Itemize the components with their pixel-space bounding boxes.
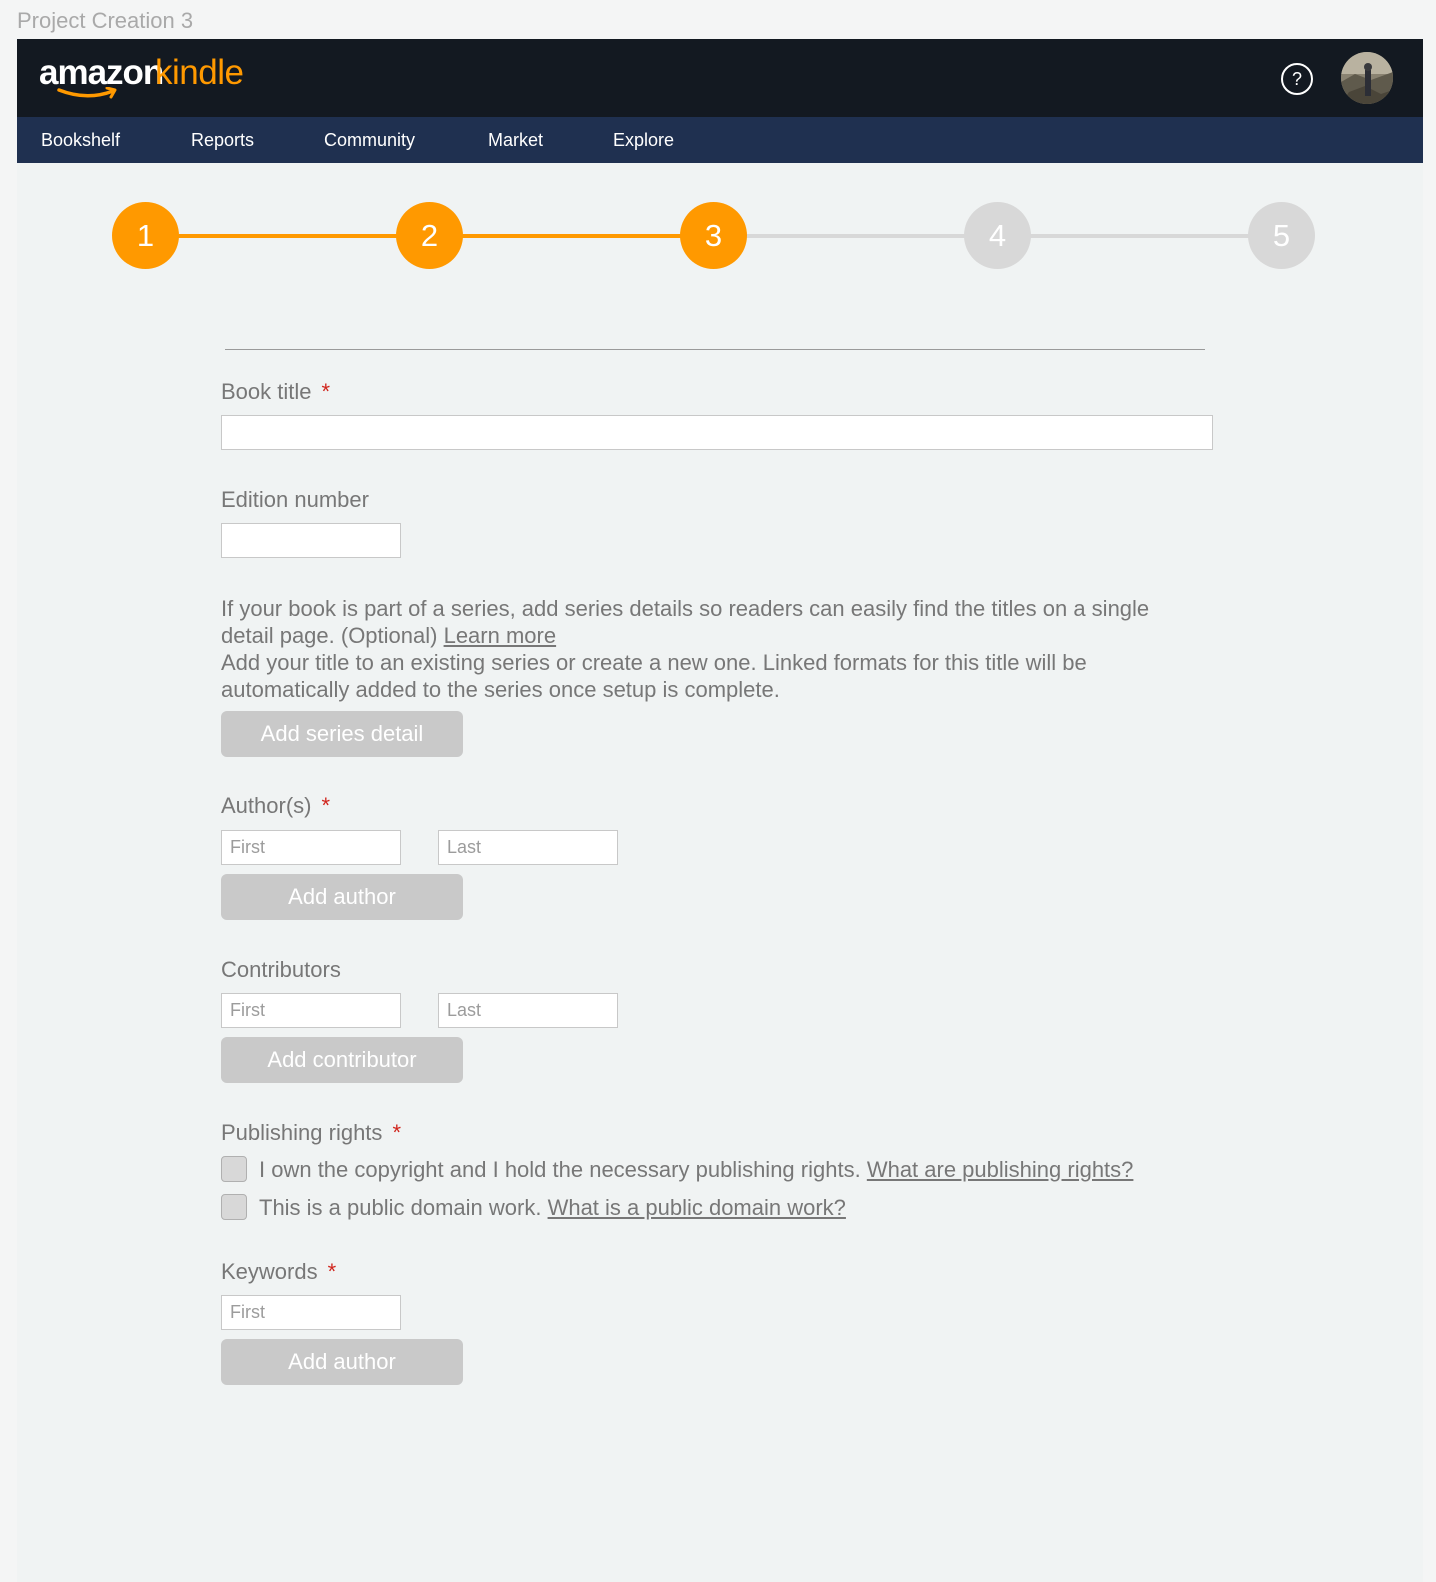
- avatar-image: [1341, 52, 1393, 104]
- publishing-rights-label-text: Publishing rights: [221, 1120, 383, 1145]
- copyright-checkbox[interactable]: [221, 1156, 247, 1183]
- add-contributor-button[interactable]: Add contributor: [221, 1037, 463, 1083]
- book-title-label-text: Book title: [221, 379, 312, 404]
- logo-word-kindle: kindle: [155, 53, 244, 92]
- smile-arrow-icon: [57, 87, 117, 99]
- keywords-label: Keywords *: [221, 1259, 336, 1285]
- step-5[interactable]: 5: [1248, 202, 1315, 269]
- contributors-label: Contributors: [221, 957, 341, 982]
- series-description: If your book is part of a series, add se…: [221, 595, 1201, 703]
- add-series-detail-button[interactable]: Add series detail: [221, 711, 463, 757]
- series-text-2: Add your title to an existing series or …: [221, 650, 1087, 702]
- nav-item-bookshelf[interactable]: Bookshelf: [41, 117, 120, 163]
- help-circle-icon[interactable]: ?: [1281, 63, 1313, 95]
- nav-item-reports[interactable]: Reports: [191, 117, 254, 163]
- frame-title: Project Creation 3: [17, 8, 194, 33]
- top-bar: amazon kindle ?: [17, 39, 1423, 117]
- main-nav: Bookshelf Reports Community Market Explo…: [17, 117, 1423, 163]
- learn-more-link[interactable]: Learn more: [444, 623, 557, 648]
- step-connector-3-4: [713, 234, 997, 238]
- nav-item-market[interactable]: Market: [488, 117, 543, 163]
- copyright-option-text: I own the copyright and I hold the neces…: [259, 1157, 867, 1182]
- required-mark: *: [321, 793, 331, 818]
- step-4[interactable]: 4: [964, 202, 1031, 269]
- keywords-label-text: Keywords: [221, 1259, 318, 1284]
- publishing-rights-help-link[interactable]: What are publishing rights?: [867, 1157, 1134, 1182]
- contributor-last-input[interactable]: Last: [438, 993, 618, 1028]
- user-avatar[interactable]: [1341, 52, 1393, 104]
- nav-item-explore[interactable]: Explore: [613, 117, 674, 163]
- series-text-1: If your book is part of a series, add se…: [221, 596, 1150, 648]
- required-mark: *: [321, 379, 331, 404]
- nav-item-community[interactable]: Community: [324, 117, 415, 163]
- edition-number-label: Edition number: [221, 487, 369, 512]
- book-title-label: Book title *: [221, 379, 330, 405]
- step-3[interactable]: 3: [680, 202, 747, 269]
- required-mark: *: [392, 1120, 401, 1145]
- author-last-input[interactable]: Last: [438, 830, 618, 865]
- public-domain-option-text: This is a public domain work.: [259, 1195, 548, 1220]
- public-domain-help-link[interactable]: What is a public domain work?: [548, 1195, 846, 1220]
- add-author-button[interactable]: Add author: [221, 874, 463, 920]
- contributor-first-input[interactable]: First: [221, 993, 401, 1028]
- book-title-input[interactable]: [221, 415, 1213, 450]
- public-domain-option: This is a public domain work. What is a …: [221, 1193, 846, 1223]
- add-keyword-button[interactable]: Add author: [221, 1339, 463, 1385]
- authors-label-text: Author(s): [221, 793, 312, 818]
- edition-number-input[interactable]: [221, 523, 401, 558]
- public-domain-checkbox[interactable]: [221, 1194, 247, 1221]
- app-frame: amazon kindle ? Bookshelf Reports Commun…: [17, 39, 1423, 1582]
- required-mark: *: [327, 1259, 337, 1284]
- step-connector-1-2: [145, 234, 429, 238]
- section-divider: [225, 349, 1205, 350]
- progress-stepper: 1 2 3 4 5: [17, 202, 1423, 272]
- authors-label: Author(s) *: [221, 793, 330, 819]
- author-first-input[interactable]: First: [221, 830, 401, 865]
- step-2[interactable]: 2: [396, 202, 463, 269]
- publishing-rights-label: Publishing rights *: [221, 1120, 401, 1146]
- keyword-input[interactable]: First: [221, 1295, 401, 1330]
- step-connector-4-5: [997, 234, 1281, 238]
- step-1[interactable]: 1: [112, 202, 179, 269]
- copyright-option: I own the copyright and I hold the neces…: [221, 1155, 1133, 1185]
- step-connector-2-3: [429, 234, 713, 238]
